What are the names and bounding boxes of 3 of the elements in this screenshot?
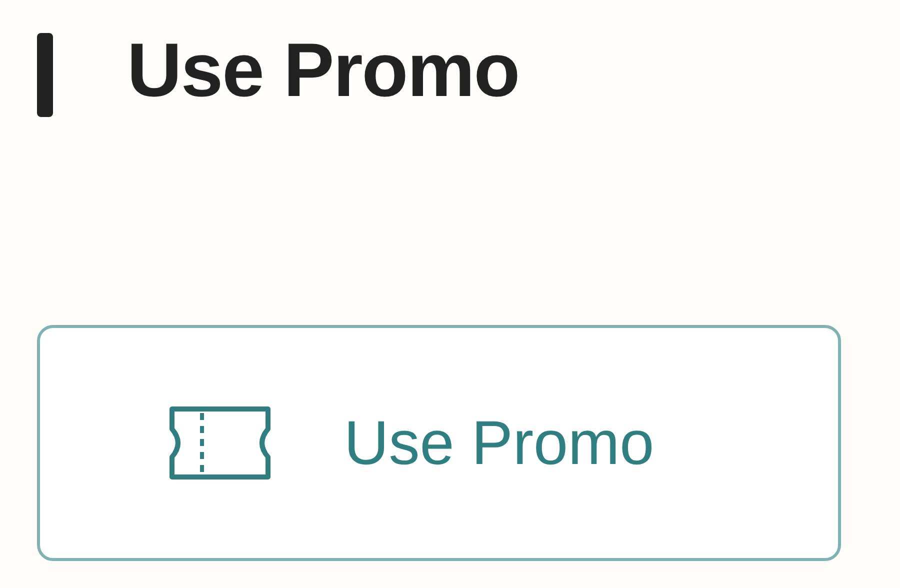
use-promo-button[interactable]: Use Promo bbox=[37, 325, 841, 561]
section-title: Use Promo bbox=[127, 26, 520, 114]
ticket-icon bbox=[168, 405, 272, 481]
